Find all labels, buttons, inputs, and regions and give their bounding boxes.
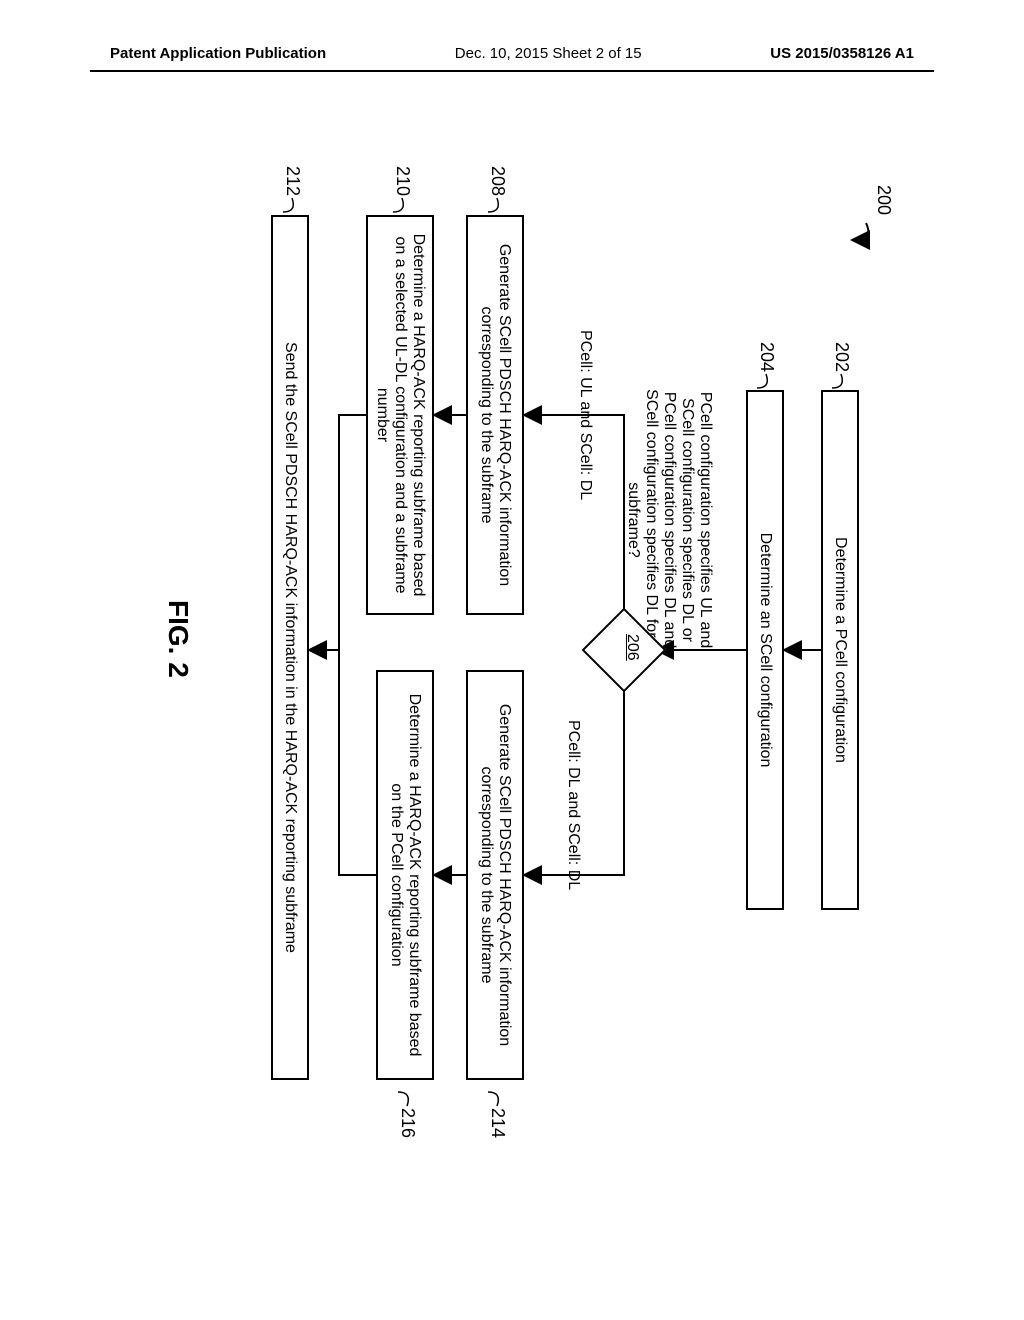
- branch-left-label: PCell: UL and SCell: DL: [576, 330, 594, 500]
- ref-206: 206: [623, 634, 641, 661]
- box-202: Determine a PCell configuration: [821, 390, 859, 910]
- ref-202: 202: [831, 342, 852, 372]
- ref-210: 210: [392, 166, 413, 196]
- ref-214: 214: [487, 1108, 508, 1138]
- box-204-text: Determine an SCell configuration: [756, 533, 774, 768]
- box-214-text: Generate SCell PDSCH HARQ-ACK informatio…: [477, 684, 513, 1066]
- page-header: Patent Application Publication Dec. 10, …: [0, 45, 1024, 62]
- box-210-text: Determine a HARQ-ACK reporting subframe …: [373, 229, 427, 601]
- box-208-text: Generate SCell PDSCH HARQ-ACK informatio…: [477, 229, 513, 601]
- ref-204: 204: [756, 342, 777, 372]
- diagram-container: 200 Determine a PCell configuration 202 …: [22, 258, 1002, 1042]
- ref-208: 208: [487, 166, 508, 196]
- box-214: Generate SCell PDSCH HARQ-ACK informatio…: [466, 670, 524, 1080]
- ref-200: 200: [873, 185, 894, 215]
- branch-right-label: PCell: DL and SCell: DL: [564, 720, 582, 890]
- header-divider: [90, 70, 934, 72]
- diamond-question: PCell configuration specifies UL and SCe…: [624, 380, 714, 660]
- header-right: US 2015/0358126 A1: [770, 45, 914, 62]
- header-center: Dec. 10, 2015 Sheet 2 of 15: [455, 45, 642, 62]
- flowchart: 200 Determine a PCell configuration 202 …: [120, 160, 904, 1140]
- box-208: Generate SCell PDSCH HARQ-ACK informatio…: [466, 215, 524, 615]
- box-212: Send the SCell PDSCH HARQ-ACK informatio…: [271, 215, 309, 1080]
- box-216-text: Determine a HARQ-ACK reporting subframe …: [387, 684, 423, 1066]
- box-202-text: Determine a PCell configuration: [831, 537, 849, 763]
- box-204: Determine an SCell configuration: [746, 390, 784, 910]
- ref-216: 216: [397, 1108, 418, 1138]
- box-216: Determine a HARQ-ACK reporting subframe …: [376, 670, 434, 1080]
- header-left: Patent Application Publication: [110, 45, 326, 62]
- box-212-text: Send the SCell PDSCH HARQ-ACK informatio…: [281, 342, 299, 953]
- figure-label: FIG. 2: [162, 600, 194, 678]
- ref-212: 212: [282, 166, 303, 196]
- box-210: Determine a HARQ-ACK reporting subframe …: [366, 215, 434, 615]
